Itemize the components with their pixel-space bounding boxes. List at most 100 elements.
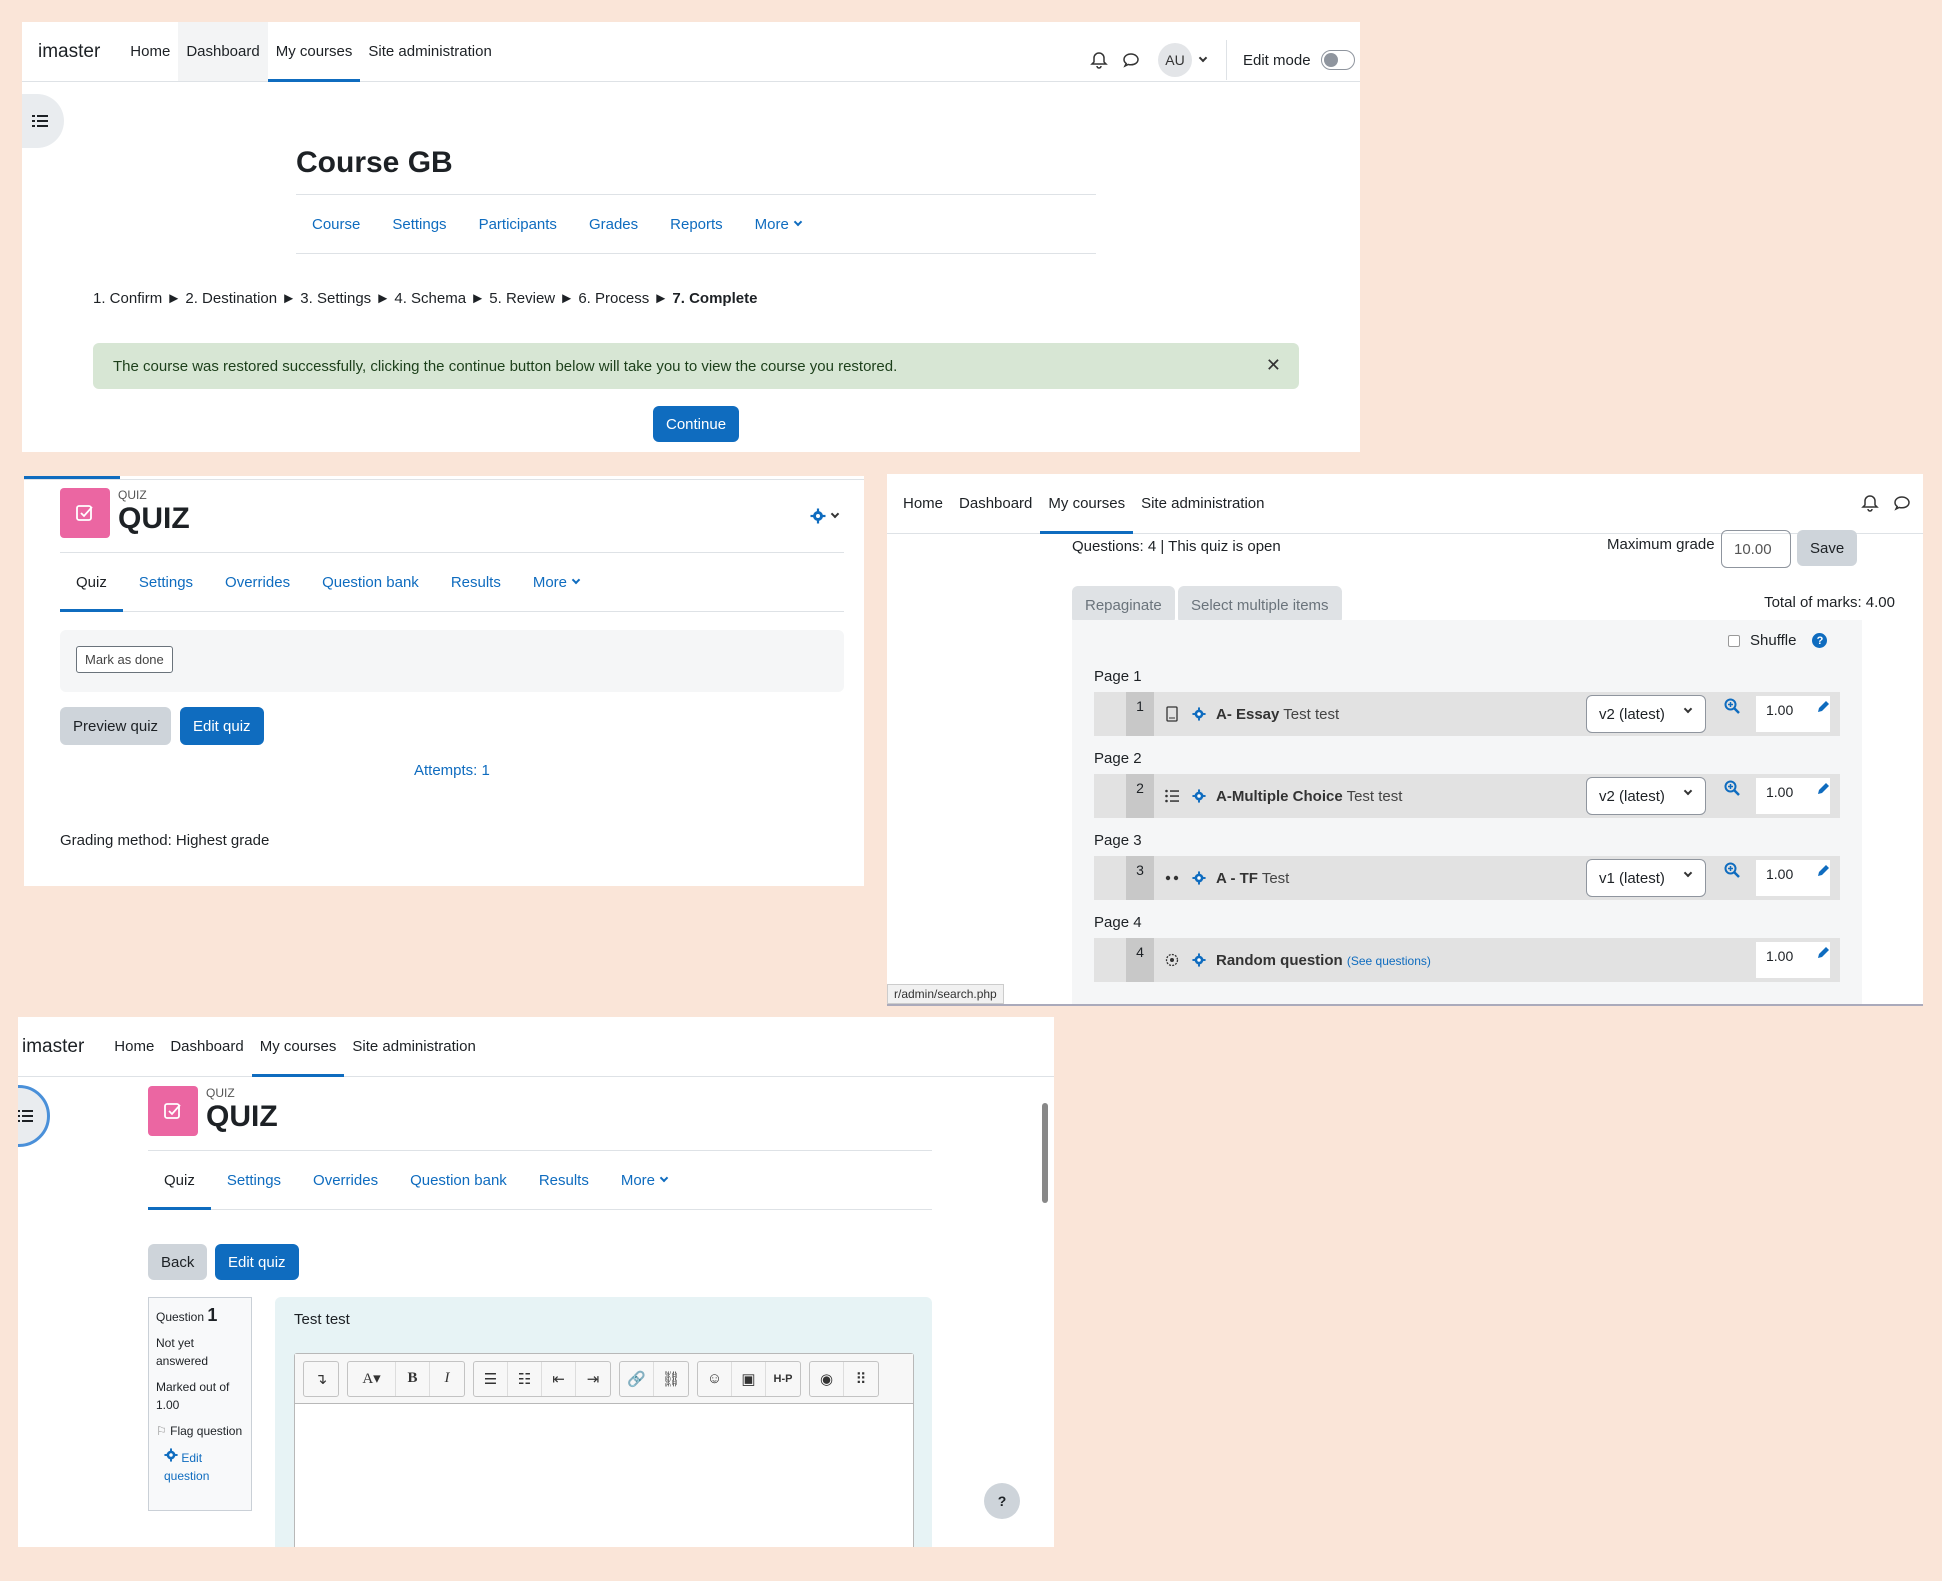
flag-question[interactable]: ⚐ Flag question [156, 1422, 244, 1440]
nav-dashboard[interactable]: Dashboard [162, 1017, 251, 1076]
answer-editor[interactable]: ↴ A▾ B I ☰ ☷ ⇤ ⇥ 🔗 ⛓ ☺ ▣ H-P ◉ ⠿ [294, 1353, 914, 1547]
messages-icon[interactable] [1122, 51, 1140, 69]
course-index-toggle[interactable] [18, 1085, 50, 1147]
nav-my-courses[interactable]: My courses [251, 1017, 345, 1077]
notification-bell-icon[interactable] [1861, 494, 1879, 512]
tab-quiz[interactable]: Quiz [148, 1151, 211, 1210]
shuffle-control[interactable]: Shuffle ? [1728, 632, 1828, 649]
tab-more[interactable]: More [739, 195, 817, 253]
user-avatar[interactable]: AU [1158, 43, 1192, 77]
outdent-icon[interactable]: ⇤ [542, 1361, 576, 1396]
activity-type-label: QUIZ [118, 488, 147, 502]
max-grade-input[interactable]: 10.00 [1721, 530, 1791, 568]
site-brand[interactable]: imaster [22, 1036, 84, 1058]
tab-settings[interactable]: Settings [211, 1151, 297, 1209]
tab-results[interactable]: Results [435, 553, 517, 611]
help-button[interactable]: ? [984, 1483, 1020, 1519]
notification-bell-icon[interactable] [1090, 51, 1108, 69]
quiz-settings-menu[interactable] [810, 508, 840, 524]
shuffle-checkbox[interactable] [1728, 634, 1740, 647]
nav-home[interactable]: Home [122, 22, 178, 81]
unlink-icon[interactable]: ⛓ [654, 1362, 688, 1396]
tab-more-label: More [754, 215, 789, 233]
more-tools-icon[interactable]: ⠿ [844, 1362, 878, 1396]
bullet-list-icon[interactable]: ☰ [474, 1361, 508, 1396]
site-brand[interactable]: imaster [38, 41, 100, 63]
mark-as-done-button[interactable]: Mark as done [76, 646, 173, 673]
attempts-link[interactable]: Attempts: 1 [414, 762, 490, 779]
continue-button[interactable]: Continue [653, 406, 740, 442]
step-settings: 3. Settings [300, 290, 372, 307]
nav-my-courses[interactable]: My courses [1040, 474, 1133, 534]
version-select[interactable]: v1 (latest) [1586, 859, 1706, 897]
tab-participants[interactable]: Participants [463, 195, 573, 253]
accessibility-icon[interactable]: ◉ [810, 1361, 844, 1396]
nav-site-administration[interactable]: Site administration [344, 1017, 483, 1076]
preview-zoom-icon[interactable] [1724, 780, 1740, 800]
tab-reports[interactable]: Reports [654, 195, 739, 253]
course-index-toggle[interactable] [22, 94, 64, 148]
image-icon[interactable]: ▣ [732, 1361, 766, 1396]
tab-overrides[interactable]: Overrides [297, 1151, 394, 1209]
indent-icon[interactable]: ⇥ [576, 1362, 610, 1396]
nav-home[interactable]: Home [106, 1017, 162, 1076]
gear-icon[interactable] [1192, 953, 1206, 967]
tab-grades[interactable]: Grades [573, 195, 654, 253]
tab-course[interactable]: Course [296, 195, 376, 253]
select-multiple-button[interactable]: Select multiple items [1178, 586, 1342, 624]
nav-dashboard[interactable]: Dashboard [951, 474, 1040, 533]
numbered-list-icon[interactable]: ☷ [508, 1361, 542, 1396]
chevron-down-icon[interactable] [1198, 53, 1208, 63]
edit-pencil-icon[interactable] [1816, 864, 1830, 882]
tab-question-bank[interactable]: Question bank [306, 553, 435, 611]
tab-more[interactable]: More [517, 553, 595, 611]
nav-site-administration[interactable]: Site administration [360, 22, 499, 81]
font-style-icon[interactable]: A▾ [348, 1361, 396, 1396]
edit-pencil-icon[interactable] [1816, 946, 1830, 964]
preview-zoom-icon[interactable] [1724, 698, 1740, 718]
tab-settings[interactable]: Settings [376, 195, 462, 253]
repaginate-button[interactable]: Repaginate [1072, 586, 1175, 624]
messages-icon[interactable] [1893, 494, 1911, 512]
collapse-toolbar-icon[interactable]: ↴ [304, 1362, 338, 1396]
tab-results[interactable]: Results [523, 1151, 605, 1209]
nav-my-courses[interactable]: My courses [267, 22, 361, 82]
edit-quiz-button[interactable]: Edit quiz [180, 707, 264, 745]
edit-mode-toggle[interactable] [1320, 50, 1355, 70]
edit-quiz-button[interactable]: Edit quiz [215, 1244, 299, 1280]
nav-dashboard[interactable]: Dashboard [178, 22, 268, 81]
help-icon[interactable]: ? [1812, 633, 1828, 648]
see-questions-link[interactable]: (See questions) [1347, 954, 1431, 968]
scrollbar[interactable] [1042, 1103, 1048, 1203]
edit-pencil-icon[interactable] [1816, 700, 1830, 718]
italic-icon[interactable]: I [430, 1362, 464, 1396]
nav-site-administration[interactable]: Site administration [1133, 474, 1272, 533]
question-name[interactable]: A-Multiple Choice Test test [1216, 788, 1402, 805]
version-select[interactable]: v2 (latest) [1586, 777, 1706, 815]
edit-question-link[interactable]: Edit question [156, 1448, 244, 1485]
gear-icon[interactable] [1192, 789, 1206, 803]
tab-question-bank[interactable]: Question bank [394, 1151, 523, 1209]
tab-settings[interactable]: Settings [123, 553, 209, 611]
bold-icon[interactable]: B [396, 1361, 430, 1396]
back-button[interactable]: Back [148, 1244, 208, 1280]
tab-overrides[interactable]: Overrides [209, 553, 306, 611]
gear-icon[interactable] [1192, 871, 1206, 885]
gear-icon[interactable] [1192, 707, 1206, 721]
version-select[interactable]: v2 (latest) [1586, 695, 1706, 733]
question-name[interactable]: A- Essay Test test [1216, 706, 1339, 723]
question-name[interactable]: Random question (See questions) [1216, 952, 1431, 969]
preview-zoom-icon[interactable] [1724, 862, 1740, 882]
nav-home[interactable]: Home [895, 474, 951, 533]
preview-quiz-button[interactable]: Preview quiz [60, 707, 172, 745]
emoji-icon[interactable]: ☺ [698, 1361, 732, 1396]
h5p-icon[interactable]: H-P [766, 1362, 800, 1396]
question-title: A - TF [1216, 869, 1258, 887]
edit-pencil-icon[interactable] [1816, 782, 1830, 800]
close-icon[interactable]: ✕ [1266, 355, 1281, 376]
link-icon[interactable]: 🔗 [620, 1361, 654, 1396]
tab-quiz[interactable]: Quiz [60, 553, 123, 612]
question-name[interactable]: A - TF Test [1216, 870, 1289, 887]
save-button[interactable]: Save [1797, 530, 1858, 566]
tab-more[interactable]: More [605, 1151, 683, 1209]
